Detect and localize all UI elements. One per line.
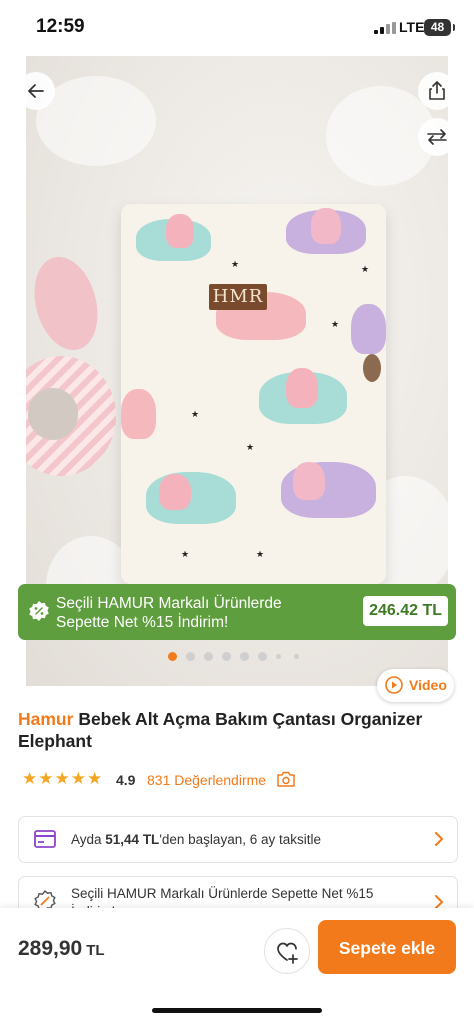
organizer-bag: ★ ★ ★ ★ ★ ★ ★ HMR xyxy=(121,204,386,584)
carousel-dot[interactable] xyxy=(168,652,177,661)
chevron-right-icon xyxy=(435,832,443,846)
carousel-dot[interactable] xyxy=(258,652,267,661)
promo-text-line2: Sepette Net %15 İndirim! xyxy=(56,614,229,631)
product-title: Hamur Bebek Alt Açma Bakım Çantası Organ… xyxy=(18,708,458,752)
carousel-dot[interactable] xyxy=(294,654,299,659)
back-button[interactable] xyxy=(17,72,55,110)
video-label: Video xyxy=(409,677,447,693)
arrow-left-icon xyxy=(28,84,44,98)
signal-icon xyxy=(374,22,396,34)
network-type: LTE xyxy=(399,19,425,35)
carousel-dot[interactable] xyxy=(276,654,281,659)
home-indicator[interactable] xyxy=(152,1008,322,1013)
credit-card-icon xyxy=(34,830,56,848)
play-circle-icon xyxy=(385,676,403,694)
rating-stars: ★★★★★ xyxy=(22,769,104,788)
promo-price: 246.42 TL xyxy=(363,596,448,626)
carousel-dot[interactable] xyxy=(204,652,213,661)
favorite-button[interactable] xyxy=(264,928,310,974)
status-bar: 12:59 LTE 48 xyxy=(0,0,474,56)
installment-text: Ayda 51,44 TL'den başlayan, 6 ay taksitl… xyxy=(71,832,321,847)
promo-banner[interactable]: Seçili HAMUR Markalı Ürünlerde Sepette N… xyxy=(18,584,456,640)
camera-icon[interactable] xyxy=(276,770,296,788)
discount-badge-icon xyxy=(29,601,49,621)
installment-card[interactable]: Ayda 51,44 TL'den başlayan, 6 ay taksitl… xyxy=(18,816,458,863)
compare-button[interactable] xyxy=(418,118,456,156)
product-brand[interactable]: Hamur xyxy=(18,709,73,729)
carousel-dot[interactable] xyxy=(240,652,249,661)
battery-icon: 48 xyxy=(424,19,455,36)
rating-value: 4.9 xyxy=(116,772,136,788)
share-icon xyxy=(429,81,445,100)
promo-text: Seçili HAMUR Markalı Ürünlerde Sepette N… xyxy=(56,594,356,632)
share-button[interactable] xyxy=(418,72,456,110)
swap-arrows-icon xyxy=(427,129,447,145)
battery-level: 48 xyxy=(430,20,445,34)
product-name: Bebek Alt Açma Bakım Çantası Organizer E… xyxy=(18,709,423,751)
product-price: 289,90 TL xyxy=(18,937,105,961)
price-value: 289,90 xyxy=(18,937,83,960)
carousel-dot[interactable] xyxy=(222,652,231,661)
brand-tag: HMR xyxy=(209,284,267,310)
promo-text-line1: Seçili HAMUR Markalı Ürünlerde xyxy=(56,595,282,612)
bottom-bar: 289,90 TL Sepete ekle xyxy=(0,908,474,1024)
price-currency: TL xyxy=(86,942,105,959)
review-count-link[interactable]: 831 Değerlendirme xyxy=(147,772,266,788)
chevron-right-icon xyxy=(435,895,443,909)
installment-amount: 51,44 TL xyxy=(105,832,160,847)
toy-ear xyxy=(26,249,108,358)
add-to-cart-button[interactable]: Sepete ekle xyxy=(318,920,456,974)
status-time: 12:59 xyxy=(36,16,85,37)
video-button[interactable]: Video xyxy=(377,669,454,702)
heart-plus-icon xyxy=(277,942,298,964)
carousel-dot[interactable] xyxy=(186,652,195,661)
